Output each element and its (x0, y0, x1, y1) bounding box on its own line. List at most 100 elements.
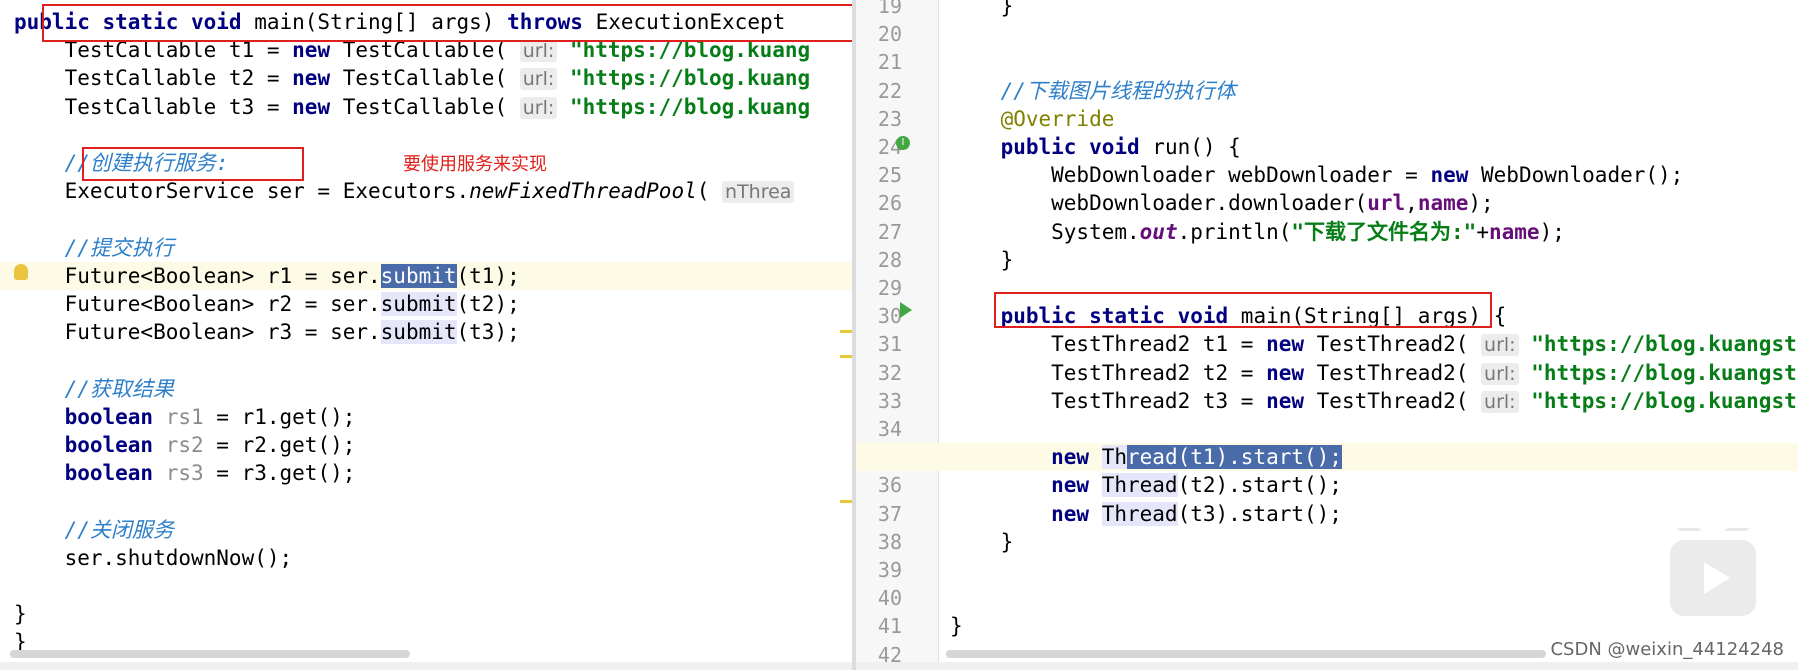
code-line[interactable]: boolean rs1 = r1.get(); (0, 403, 856, 431)
code-line[interactable]: Future<Boolean> r2 = ser.submit(t2); (0, 290, 856, 318)
code-line[interactable]: } (856, 528, 1798, 556)
code-line[interactable] (0, 572, 856, 600)
code-token: new (950, 473, 1102, 498)
code-text: } (950, 612, 963, 640)
code-token: new (950, 445, 1102, 470)
code-text: public void run() { (950, 133, 1241, 161)
code-token: //获取结果 (14, 376, 174, 401)
code-token: TestCallable t2 = (14, 66, 293, 91)
code-token: TestThread2( (1316, 332, 1482, 357)
left-editor-pane[interactable]: public static void main(String[] args) t… (0, 0, 856, 670)
code-line[interactable]: TestCallable t2 = new TestCallable( url:… (0, 64, 856, 92)
code-line[interactable] (856, 415, 1798, 443)
horizontal-scrollbar[interactable] (10, 650, 410, 658)
video-play-button[interactable] (1670, 528, 1756, 616)
code-line[interactable] (856, 556, 1798, 584)
code-line[interactable] (856, 48, 1798, 76)
code-token: new (1266, 332, 1317, 357)
code-line[interactable]: //获取结果 (0, 375, 856, 403)
parameter-hint: url: (519, 40, 558, 63)
code-token: new (950, 501, 1102, 526)
code-token: webDownloader.downloader( (950, 191, 1368, 216)
main-signature-highlight-box (994, 292, 1492, 328)
code-line[interactable]: TestCallable t3 = new TestCallable( url:… (0, 93, 856, 121)
code-text: boolean rs2 = r2.get(); (14, 431, 356, 459)
code-token: ); (1468, 191, 1494, 216)
code-token: TestThread2 t2 = (950, 360, 1267, 385)
code-line[interactable]: boolean rs3 = r3.get(); (0, 459, 856, 487)
code-line[interactable]: Future<Boolean> r1 = ser.submit(t1); (0, 261, 856, 290)
code-text: boolean rs3 = r3.get(); (14, 459, 356, 487)
code-line[interactable]: @Override (856, 105, 1798, 133)
code-token: url (1367, 191, 1406, 216)
code-token: WebDownloader webDownloader = (950, 163, 1431, 188)
horizontal-scrollbar[interactable] (946, 650, 1546, 658)
code-token: rs3 (165, 461, 204, 486)
code-line[interactable]: //关闭服务 (0, 516, 856, 544)
parameter-hint: nThrea (722, 181, 795, 204)
code-line[interactable]: webDownloader.downloader(url,name); (856, 189, 1798, 217)
code-text: TestCallable t2 = new TestCallable( url:… (14, 64, 810, 92)
code-token: "下载了文件名为:" (1291, 219, 1477, 244)
code-token: rs2 (165, 433, 204, 457)
code-token: "https://blog.kuangst (1518, 332, 1797, 357)
code-line[interactable]: TestThread2 t3 = new TestThread2( url: "… (856, 387, 1798, 415)
code-line[interactable] (0, 487, 856, 515)
code-line[interactable]: } (856, 612, 1798, 640)
code-line[interactable]: ser.shutdownNow(); (0, 544, 856, 572)
code-line[interactable]: //提交执行 (0, 234, 856, 262)
code-line[interactable]: System.out.println("下载了文件名为:"+name); (856, 218, 1798, 246)
code-text: new Thread(t2).start(); (950, 471, 1342, 499)
code-token: } (950, 0, 1014, 18)
code-line[interactable]: new Thread(t1).start(); (856, 443, 1798, 472)
code-token: //提交执行 (14, 235, 174, 260)
code-text: webDownloader.downloader(url,name); (950, 189, 1494, 217)
code-token: Thread (1101, 501, 1178, 526)
code-line[interactable]: WebDownloader webDownloader = new WebDow… (856, 161, 1798, 189)
code-token: } (950, 529, 1014, 554)
code-line[interactable]: } (856, 246, 1798, 274)
parameter-hint: url: (519, 96, 558, 119)
code-line[interactable]: } (856, 0, 1798, 20)
code-line[interactable]: Future<Boolean> r3 = ser.submit(t3); (0, 318, 856, 346)
code-line[interactable]: } (0, 600, 856, 628)
right-editor-pane[interactable]: 1920212223242526272829303132333435363738… (856, 0, 1798, 670)
watermark: CSDN @weixin_44124248 (1550, 639, 1784, 660)
code-text: } (950, 0, 1014, 20)
code-line[interactable] (0, 121, 856, 149)
code-text: TestCallable t3 = new TestCallable( url:… (14, 93, 810, 121)
code-token: read(t1).start(); (1127, 445, 1342, 470)
code-text: //下载图片线程的执行体 (950, 77, 1236, 105)
code-token: TestThread2 t1 = (950, 332, 1267, 357)
implements-method-icon[interactable]: I (896, 136, 910, 150)
code-line[interactable]: TestThread2 t1 = new TestThread2( url: "… (856, 330, 1798, 358)
lightbulb-icon[interactable] (14, 264, 28, 280)
code-token: WebDownloader(); (1481, 163, 1684, 188)
code-token: new (1266, 388, 1317, 413)
code-token: .println( (1177, 219, 1292, 244)
code-token: public void (950, 135, 1153, 159)
code-line[interactable]: boolean rs2 = r2.get(); (0, 431, 856, 459)
code-text: TestThread2 t2 = new TestThread2( url: "… (950, 359, 1797, 387)
code-line[interactable]: //下载图片线程的执行体 (856, 77, 1798, 105)
code-text: Future<Boolean> r3 = ser.submit(t3); (14, 318, 520, 346)
status-strip (856, 662, 1798, 670)
code-line[interactable] (0, 346, 856, 374)
code-token: (t2); (456, 292, 520, 316)
code-line[interactable]: TestThread2 t2 = new TestThread2( url: "… (856, 359, 1798, 387)
run-gutter-icon[interactable] (900, 302, 912, 318)
code-line[interactable]: public void run() { (856, 133, 1798, 161)
code-token: submit (380, 292, 457, 316)
code-line[interactable]: ExecutorService ser = Executors.newFixed… (0, 177, 856, 205)
code-token: (t2).start(); (1177, 473, 1342, 498)
code-text: } (950, 246, 1014, 274)
code-line[interactable]: new Thread(t3).start(); (856, 500, 1798, 528)
code-text: System.out.println("下载了文件名为:"+name); (950, 218, 1565, 246)
code-line[interactable] (0, 205, 856, 233)
code-line[interactable]: new Thread(t2).start(); (856, 471, 1798, 499)
code-token: //关闭服务 (14, 517, 174, 542)
code-line[interactable] (856, 20, 1798, 48)
create-service-highlight-box (82, 147, 304, 181)
code-token: new (292, 66, 343, 91)
code-line[interactable] (856, 584, 1798, 612)
